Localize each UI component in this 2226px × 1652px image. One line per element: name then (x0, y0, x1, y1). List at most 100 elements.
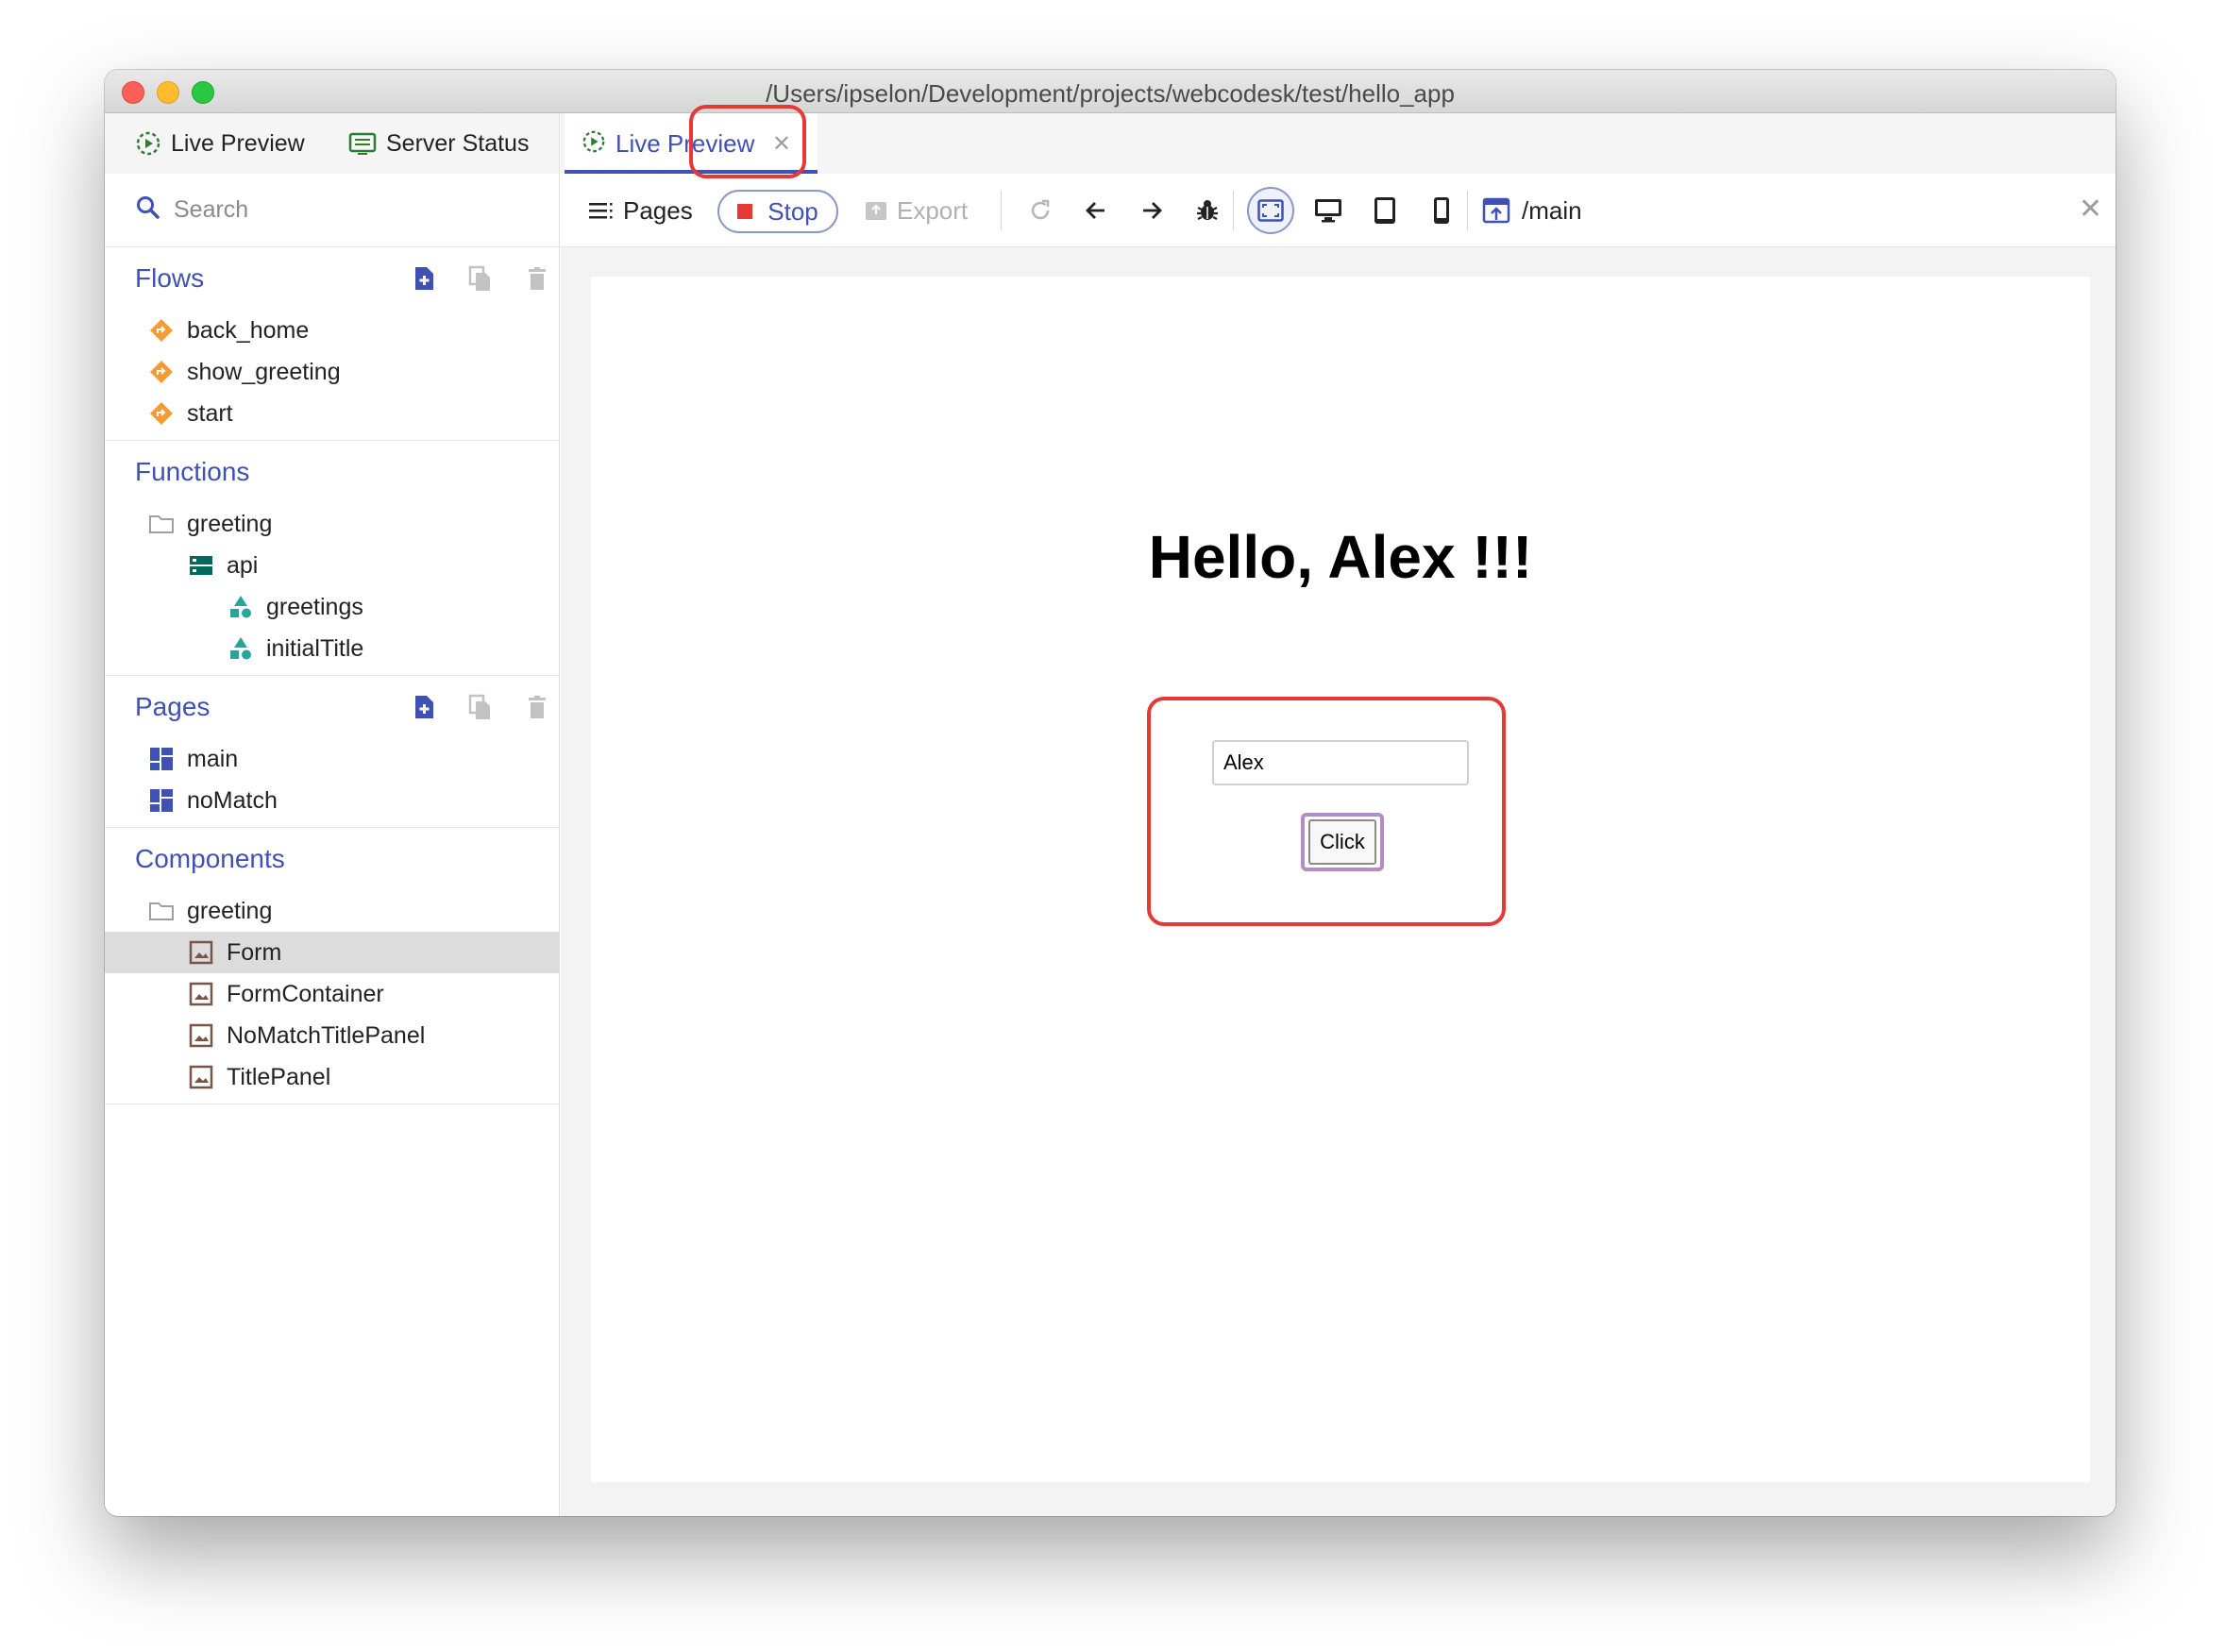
flow-icon (147, 399, 176, 428)
functions-folder-greeting[interactable]: greeting (105, 503, 559, 545)
copy-flow-icon[interactable] (466, 264, 495, 297)
name-input[interactable] (1212, 740, 1469, 785)
back-arrow-icon[interactable] (1077, 192, 1115, 229)
forward-arrow-icon[interactable] (1133, 192, 1171, 229)
search-icon (136, 195, 160, 225)
desktop-icon[interactable] (1309, 192, 1347, 229)
export-button-label: Export (897, 195, 969, 225)
add-page-icon[interactable] (410, 693, 438, 726)
flows-title: Flows (135, 263, 205, 293)
functions-title: Functions (135, 457, 250, 486)
tab-label: Live Preview (616, 128, 755, 158)
play-circle-icon (582, 129, 606, 159)
add-flow-icon[interactable] (410, 264, 438, 297)
toolbar-divider (1233, 191, 1234, 230)
folder-icon (147, 510, 176, 538)
list-item-label: NoMatchTitlePanel (227, 1021, 426, 1049)
component-item-nomatch-title-panel[interactable]: NoMatchTitlePanel (105, 1015, 559, 1056)
list-item-label: start (187, 399, 233, 427)
list-item-label: show_greeting (187, 358, 341, 385)
delete-flow-icon[interactable] (523, 264, 551, 297)
menu-icon (589, 201, 614, 220)
title-bar: /Users/ipselon/Development/projects/webc… (105, 70, 2116, 113)
delete-page-icon[interactable] (523, 693, 551, 726)
tablet-icon[interactable] (1366, 192, 1404, 229)
editor-tabs: Live Preview ✕ (561, 113, 2116, 174)
play-circle-icon (135, 130, 161, 157)
function-item-greetings[interactable]: greetings (105, 586, 559, 628)
list-item-label: TitlePanel (227, 1063, 331, 1090)
debug-bug-icon[interactable] (1189, 192, 1226, 229)
export-button[interactable]: Export (865, 174, 968, 247)
app-window: /Users/ipselon/Development/projects/webc… (105, 70, 2116, 1516)
click-button-label: Click (1308, 819, 1376, 865)
tab-server-status[interactable]: Server Status (348, 113, 529, 174)
flow-item-start[interactable]: start (105, 393, 559, 434)
component-icon (187, 1063, 215, 1091)
search-bar[interactable]: Search (105, 174, 559, 247)
sidebar: Live Preview Server Status Search Flows (105, 113, 560, 1516)
module-icon (187, 551, 215, 580)
list-item-label: main (187, 745, 239, 772)
open-in-window-icon (1482, 197, 1510, 224)
refresh-icon[interactable] (1021, 192, 1059, 229)
window-title: /Users/ipselon/Development/projects/webc… (766, 79, 1455, 108)
flow-item-back-home[interactable]: back_home (105, 310, 559, 351)
copy-page-icon[interactable] (466, 693, 495, 726)
component-item-form[interactable]: Form (105, 932, 559, 973)
components-folder-greeting[interactable]: greeting (105, 890, 559, 932)
tab-label: Server Status (386, 129, 530, 157)
sidebar-tabs: Live Preview Server Status (105, 113, 559, 174)
stop-button-label: Stop (767, 196, 818, 226)
pages-section: Pages main noMatch (105, 676, 559, 828)
stop-icon (737, 204, 753, 219)
page-item-main[interactable]: main (105, 738, 559, 780)
list-item-label: initialTitle (266, 634, 364, 662)
list-item-label: greeting (187, 510, 273, 537)
component-item-form-container[interactable]: FormContainer (105, 973, 559, 1015)
list-item-label: Form (227, 938, 282, 966)
component-icon (187, 938, 215, 967)
list-item-label: back_home (187, 316, 310, 344)
component-item-title-panel[interactable]: TitlePanel (105, 1056, 559, 1098)
page-icon (147, 745, 176, 773)
tab-label: Live Preview (171, 129, 305, 157)
page-icon (147, 786, 176, 815)
flows-section: Flows back_home show_greeting start (105, 247, 559, 441)
search-input[interactable]: Search (174, 196, 248, 224)
flow-item-show-greeting[interactable]: show_greeting (105, 351, 559, 393)
toolbar-divider (1467, 191, 1468, 230)
mobile-icon[interactable] (1423, 192, 1460, 229)
page-item-nomatch[interactable]: noMatch (105, 780, 559, 821)
component-icon (187, 1021, 215, 1050)
fit-screen-icon[interactable] (1247, 187, 1294, 234)
click-button[interactable]: Click (1301, 813, 1384, 871)
flow-icon (147, 316, 176, 345)
close-tab-icon[interactable]: ✕ (772, 130, 791, 158)
list-item-label: FormContainer (227, 980, 384, 1007)
component-icon (187, 980, 215, 1008)
close-preview-icon[interactable]: ✕ (2079, 193, 2102, 226)
preview-canvas: Hello, Alex !!! Click (591, 277, 2090, 1482)
function-icon (227, 634, 255, 663)
list-item-label: greeting (187, 897, 273, 924)
export-icon (865, 199, 887, 222)
pages-title: Pages (135, 692, 211, 721)
pages-button-label: Pages (623, 195, 693, 225)
function-icon (227, 593, 255, 621)
tab-live-preview-active[interactable]: Live Preview ✕ (565, 113, 818, 174)
functions-section: Functions greeting api greetings initial… (105, 441, 559, 676)
tab-live-preview[interactable]: Live Preview (135, 113, 305, 174)
list-item-label: noMatch (187, 786, 278, 814)
function-item-initial-title[interactable]: initialTitle (105, 628, 559, 669)
main-panel: Live Preview ✕ Pages Stop Export /main ✕… (561, 113, 2116, 1516)
flow-icon (147, 358, 176, 386)
functions-group-api[interactable]: api (105, 545, 559, 586)
route-label: /main (1522, 195, 1582, 225)
stop-button[interactable]: Stop (717, 190, 838, 233)
greeting-heading: Hello, Alex !!! (1148, 523, 1533, 591)
toolbar-divider (1001, 191, 1002, 230)
pages-button[interactable]: Pages (589, 174, 693, 247)
route-indicator[interactable]: /main (1482, 174, 1582, 247)
folder-icon (147, 897, 176, 925)
